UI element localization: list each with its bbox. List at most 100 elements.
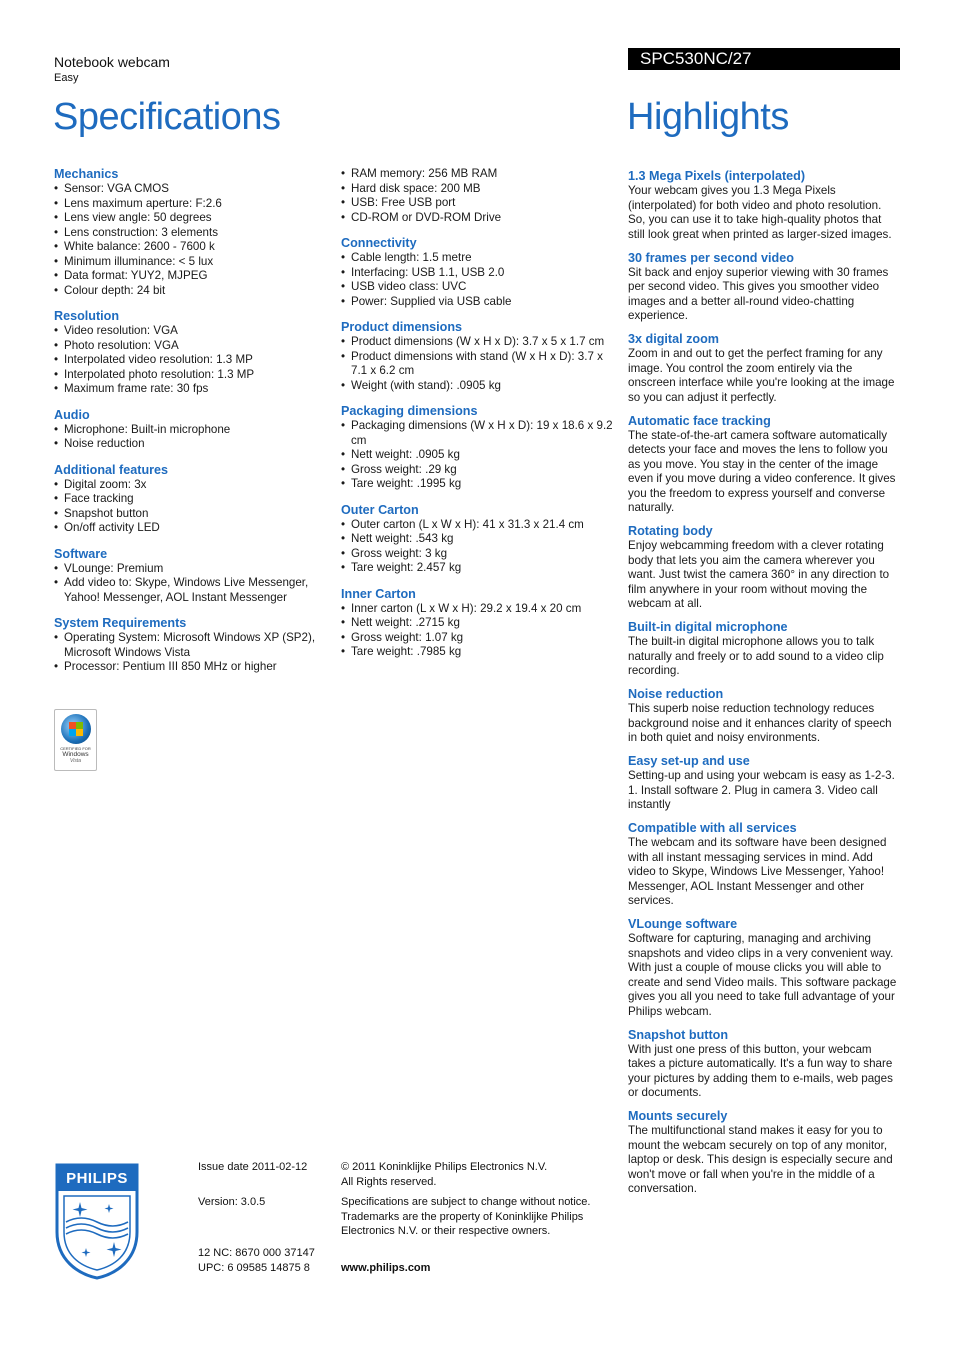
spec-item: Gross weight: 1.07 kg <box>341 631 621 646</box>
spec-section-heading: Product dimensions <box>341 320 463 334</box>
highlight-heading: Built-in digital microphone <box>628 620 788 634</box>
vista-badge-vista: Vista <box>69 758 82 764</box>
specs-column-1: MechanicsSensor: VGA CMOSLens maximum ap… <box>54 167 329 686</box>
spec-item: White balance: 2600 - 7600 k <box>54 240 329 255</box>
spec-section-outer-carton: Outer CartonOuter carton (L x W x H): 41… <box>341 503 621 576</box>
highlight-text: The multifunctional stand makes it easy … <box>628 1124 893 1195</box>
spec-item: Minimum illuminance: < 5 lux <box>54 255 329 270</box>
spec-list: Product dimensions (W x H x D): 3.7 x 5 … <box>341 335 621 393</box>
highlight-rotating-body: Rotating body Enjoy webcamming freedom wi… <box>628 524 900 612</box>
spec-section-heading: Outer Carton <box>341 502 419 517</box>
highlight-noise-reduction: Noise reduction This superb noise reducti… <box>628 687 900 746</box>
spec-section-heading: System Requirements <box>54 616 187 630</box>
highlight-text: Enjoy webcamming freedom with a clever r… <box>628 539 890 610</box>
specs-column-2: RAM memory: 256 MB RAMHard disk space: 2… <box>341 167 621 671</box>
highlight-heading: Easy set-up and use <box>628 754 750 768</box>
spec-item: Tare weight: .1995 kg <box>341 477 621 492</box>
product-codes: 12 NC: 8670 000 37147 UPC: 6 09585 14875… <box>198 1246 315 1275</box>
spec-section-resolution: ResolutionVideo resolution: VGAPhoto res… <box>54 309 329 397</box>
spec-list: Video resolution: VGAPhoto resolution: V… <box>54 324 329 397</box>
spec-item: Digital zoom: 3x <box>54 478 329 493</box>
spec-item: USB: Free USB port <box>341 196 621 211</box>
spec-item: Colour depth: 24 bit <box>54 284 329 299</box>
spec-item: Data format: YUY2, MJPEG <box>54 269 329 284</box>
issue-date: Issue date 2011-02-12 <box>198 1161 308 1173</box>
highlight-text: This superb noise reduction technology r… <box>628 702 892 744</box>
spec-section-heading: Resolution <box>54 309 120 323</box>
spec-item: Packaging dimensions (W x H x D): 19 x 1… <box>341 419 621 448</box>
highlight-text: Software for capturing, managing and arc… <box>628 932 897 1018</box>
spec-section-audio: AudioMicrophone: Built-in microphoneNois… <box>54 408 329 452</box>
vista-badge-windows: Windows <box>62 751 89 758</box>
disclaimer: Specifications are subject to change wit… <box>341 1196 591 1237</box>
spec-section-heading: Connectivity <box>341 236 417 250</box>
spec-item: Microphone: Built-in microphone <box>54 423 329 438</box>
spec-section-software: SoftwareVLounge: PremiumAdd video to: Sk… <box>54 547 329 606</box>
specifications-title: Specifications <box>53 96 281 138</box>
spec-item: Gross weight: .29 kg <box>341 463 621 478</box>
spec-item: Outer carton (L x W x H): 41 x 31.3 x 21… <box>341 518 621 533</box>
spec-item: Lens construction: 3 elements <box>54 226 329 241</box>
spec-item: Face tracking <box>54 492 329 507</box>
spec-item: Photo resolution: VGA <box>54 339 329 354</box>
highlight-heading: Noise reduction <box>628 687 724 701</box>
spec-item: Operating System: Microsoft Windows XP (… <box>54 631 329 660</box>
spec-list: Inner carton (L x W x H): 29.2 x 19.4 x … <box>341 602 621 660</box>
highlight-snapshot-button: Snapshot button With just one press of th… <box>628 1028 900 1101</box>
spec-section-packaging-dimensions: Packaging dimensionsPackaging dimensions… <box>341 404 621 492</box>
spec-item: Gross weight: 3 kg <box>341 547 621 562</box>
spec-section-system-requirements-continued: RAM memory: 256 MB RAMHard disk space: 2… <box>341 167 621 225</box>
spec-item: Noise reduction <box>54 437 329 452</box>
spec-item: Lens maximum aperture: F:2.6 <box>54 197 329 212</box>
spec-item: Add video to: Skype, Windows Live Messen… <box>54 576 329 605</box>
spec-item: Interpolated photo resolution: 1.3 MP <box>54 368 329 383</box>
philips-website-link[interactable]: www.philips.com <box>341 1261 430 1276</box>
spec-item: Processor: Pentium III 850 MHz or higher <box>54 660 329 675</box>
spec-section-additional-features: Additional featuresDigital zoom: 3xFace … <box>54 463 329 536</box>
spec-list: Sensor: VGA CMOSLens maximum aperture: F… <box>54 182 329 298</box>
spec-item: Snapshot button <box>54 507 329 522</box>
highlights-title: Highlights <box>627 96 789 138</box>
highlight-text: The built-in digital microphone allows y… <box>628 635 884 677</box>
windows-vista-certified-badge: CERTIFIED FOR Windows Vista <box>54 709 97 771</box>
spec-item: Product dimensions (W x H x D): 3.7 x 5 … <box>341 335 621 350</box>
spec-list: Outer carton (L x W x H): 41 x 31.3 x 21… <box>341 518 621 576</box>
highlight-automatic-face-tracking: Automatic face tracking The state-of-the-… <box>628 414 900 516</box>
highlight-heading: 30 frames per second video <box>628 250 794 265</box>
highlight-heading: VLounge software <box>628 917 738 931</box>
spec-list: Packaging dimensions (W x H x D): 19 x 1… <box>341 419 621 492</box>
highlight-text: With just one press of this button, your… <box>628 1042 893 1100</box>
spec-item: USB video class: UVC <box>341 280 621 295</box>
highlight-vlounge-software: VLounge software Software for capturing, … <box>628 917 900 1019</box>
highlight-text: The state-of-the-art camera software aut… <box>628 428 896 515</box>
copyright-line-2: All Rights reserved. <box>341 1175 437 1188</box>
spec-section-heading: Additional features <box>54 462 169 477</box>
spec-section-heading: Software <box>54 546 108 561</box>
spec-item: VLounge: Premium <box>54 562 329 577</box>
spec-item: Interpolated video resolution: 1.3 MP <box>54 353 329 368</box>
highlight-built-in-digital-microphone: Built-in digital microphone The built-in … <box>628 620 900 679</box>
spec-item: RAM memory: 256 MB RAM <box>341 167 621 182</box>
spec-list: Digital zoom: 3xFace trackingSnapshot bu… <box>54 478 329 536</box>
product-type: Notebook webcam <box>54 54 170 70</box>
spec-list: Microphone: Built-in microphoneNoise red… <box>54 423 329 452</box>
product-subtitle: Easy <box>54 72 79 84</box>
spec-item: On/off activity LED <box>54 521 329 536</box>
highlight-3x-digital-zoom: 3x digital zoom Zoom in and out to get th… <box>628 332 900 405</box>
nc-code: 12 NC: 8670 000 37147 <box>198 1247 315 1259</box>
spec-list: Cable length: 1.5 metreInterfacing: USB … <box>341 251 621 309</box>
spec-section-connectivity: ConnectivityCable length: 1.5 metreInter… <box>341 236 621 309</box>
spec-item: Tare weight: 2.457 kg <box>341 561 621 576</box>
spec-item: Nett weight: .2715 kg <box>341 616 621 631</box>
highlight-heading: 3x digital zoom <box>628 332 719 346</box>
spec-section-system-requirements: System RequirementsOperating System: Mic… <box>54 616 329 675</box>
spec-section-heading: Mechanics <box>54 167 119 181</box>
spec-item: Power: Supplied via USB cable <box>341 295 621 310</box>
spec-item: Nett weight: .543 kg <box>341 532 621 547</box>
spec-item: Lens view angle: 50 degrees <box>54 211 329 226</box>
spec-item: Inner carton (L x W x H): 29.2 x 19.4 x … <box>341 602 621 617</box>
spec-item: Product dimensions with stand (W x H x D… <box>341 350 621 379</box>
spec-item: CD-ROM or DVD-ROM Drive <box>341 211 621 226</box>
highlight-mounts-securely: Mounts securely The multifunctional stand… <box>628 1109 900 1197</box>
highlight-text: The webcam and its software have been de… <box>628 836 887 907</box>
